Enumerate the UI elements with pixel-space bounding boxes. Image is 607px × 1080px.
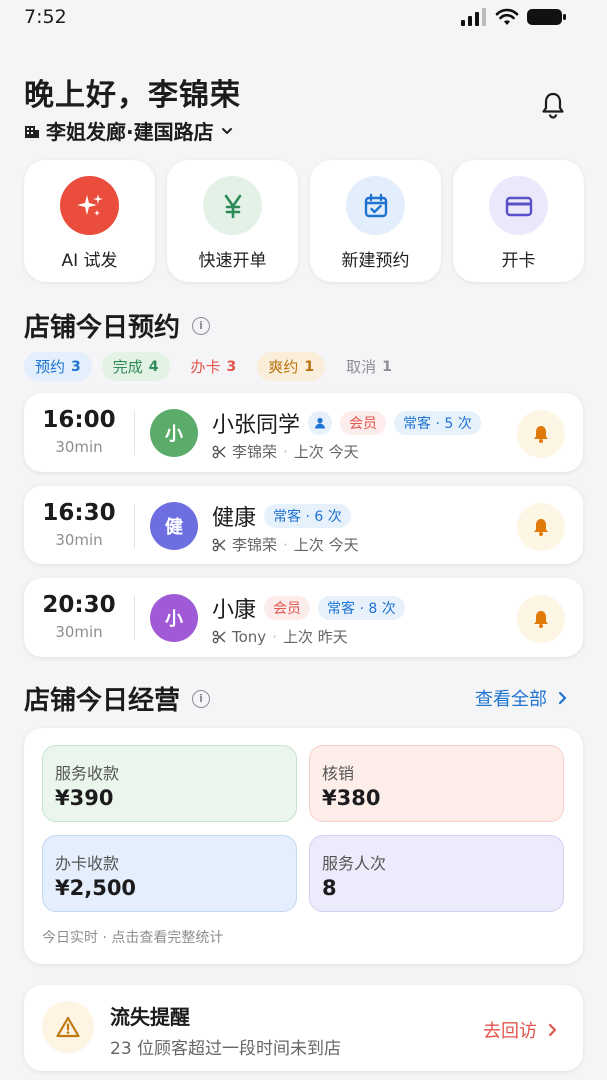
filter-chip-completed[interactable]: 完成 4 (101, 352, 170, 381)
avatar: 健 (150, 502, 198, 550)
appointment-time: 16:30 (42, 500, 116, 526)
bell-icon (534, 611, 548, 628)
sparkle-icon (76, 193, 103, 216)
quick-action-quick-order[interactable]: 快速开单 (167, 160, 298, 282)
bell-icon (534, 519, 548, 536)
stat-card-revenue[interactable]: 办卡收款 ¥2,500 (42, 835, 297, 912)
last-visit: 上次 今天 (293, 536, 359, 554)
divider (134, 504, 135, 548)
store-name: 李姐发廊·建国路店 (46, 120, 214, 144)
appointment-duration: 30min (55, 623, 103, 641)
business-section-title: 店铺今日经营 i (24, 680, 211, 717)
churn-alert-title: 流失提醒 (110, 1005, 190, 1029)
greeting-title: 晚上好，李锦荣 (24, 78, 241, 113)
quick-action-label: 开卡 (501, 251, 536, 271)
member-tag: 会员 (264, 596, 311, 620)
churn-alert-card[interactable]: 流失提醒 23 位顾客超过一段时间未到店 去回访 (24, 985, 583, 1071)
bell-icon (534, 426, 548, 443)
stat-service-count[interactable]: 服务人次 8 (309, 835, 564, 912)
quick-action-label: 快速开单 (198, 251, 267, 271)
appointments-section-title: 店铺今日预约 i (24, 307, 211, 344)
calendar-check-icon (364, 193, 387, 217)
chevron-down-icon (221, 127, 232, 134)
appointment-card[interactable]: 16:30 30min 健 健康 常客 · 6 次 李锦荣 · 上次 今天 (24, 486, 583, 564)
last-visit: 上次 昨天 (282, 628, 348, 646)
person-icon (308, 411, 333, 435)
stylist-name: 李锦荣 (232, 443, 278, 461)
regular-tag: 常客 · 8 次 (318, 596, 405, 620)
chevron-right-icon (548, 1023, 557, 1037)
stylist-name: Tony (232, 627, 267, 646)
info-icon[interactable]: i (192, 689, 211, 708)
customer-name: 健康 (212, 506, 257, 531)
quick-action-open-card[interactable]: 开卡 (453, 160, 584, 282)
notification-button[interactable] (538, 90, 568, 124)
scissors-icon (212, 538, 226, 551)
follow-up-button[interactable]: 去回访 (483, 1017, 557, 1043)
appointment-card[interactable]: 20:30 30min 小 小康 会员 常客 · 8 次 Tony · 上次 昨… (24, 578, 583, 657)
appointment-card[interactable]: 16:00 30min 小 小张同学 会员 常客 · 5 次 李锦荣 · 上次 … (24, 393, 583, 472)
filter-chip-cancelled[interactable]: 取消 1 (335, 352, 403, 381)
filter-chip-card[interactable]: 办卡 3 (180, 352, 248, 381)
card-icon (505, 196, 532, 216)
remind-button[interactable] (517, 595, 565, 643)
scissors-icon (212, 445, 226, 458)
quick-action-new-appointment[interactable]: 新建预约 (310, 160, 441, 282)
stats-note: 今日实时 · 点击查看完整统计 (42, 930, 224, 946)
customer-name: 小张同学 (212, 413, 301, 438)
warning-icon (56, 1016, 80, 1038)
stat-redemption[interactable]: 核销 ¥380 (309, 745, 564, 822)
appointment-filters: 预约 3 完成 4 办卡 3 爽约 1 取消 1 (24, 352, 403, 381)
remind-button[interactable] (517, 410, 565, 458)
quick-action-label: 新建预约 (341, 251, 410, 271)
appointment-time: 20:30 (42, 592, 116, 618)
view-all-link[interactable]: 查看全部 (475, 685, 567, 711)
stat-service-revenue[interactable]: 服务收款 ¥390 (42, 745, 297, 822)
divider (134, 596, 135, 640)
avatar: 小 (150, 594, 198, 642)
appointment-duration: 30min (55, 531, 103, 549)
appointment-time: 16:00 (42, 407, 116, 433)
remind-button[interactable] (517, 503, 565, 551)
customer-name: 小康 (212, 598, 257, 623)
divider (134, 411, 135, 455)
yen-icon (224, 194, 241, 218)
quick-action-label: AI 试发 (61, 251, 118, 271)
wifi-icon (495, 8, 519, 25)
bell-icon (542, 92, 564, 119)
filter-chip-no-show[interactable]: 爽约 1 (257, 352, 326, 381)
member-tag: 会员 (340, 411, 387, 435)
store-icon (25, 125, 39, 138)
regular-tag: 常客 · 5 次 (394, 411, 481, 435)
store-selector[interactable]: 李姐发廊·建国路店 (24, 116, 234, 145)
scissors-icon (212, 630, 226, 643)
quick-action-ai-try[interactable]: AI 试发 (24, 160, 155, 282)
battery-icon (527, 9, 566, 25)
status-time: 7:52 (24, 6, 67, 28)
business-stats-card[interactable]: 服务收款 ¥390 核销 ¥380 办卡收款 ¥2,500 服务人次 8 今日实… (24, 728, 583, 964)
churn-alert-desc: 23 位顾客超过一段时间未到店 (110, 1039, 342, 1059)
chevron-right-icon (558, 691, 567, 705)
last-visit: 上次 今天 (293, 443, 359, 461)
appointment-duration: 30min (55, 438, 103, 456)
regular-tag: 常客 · 6 次 (264, 504, 351, 528)
stylist-name: 李锦荣 (232, 536, 278, 554)
signal-icon (461, 8, 486, 26)
status-bar: 7:52 (0, 0, 607, 36)
filter-chip-booked[interactable]: 预约 3 (24, 352, 92, 381)
avatar: 小 (150, 409, 198, 457)
info-icon[interactable]: i (192, 316, 211, 335)
